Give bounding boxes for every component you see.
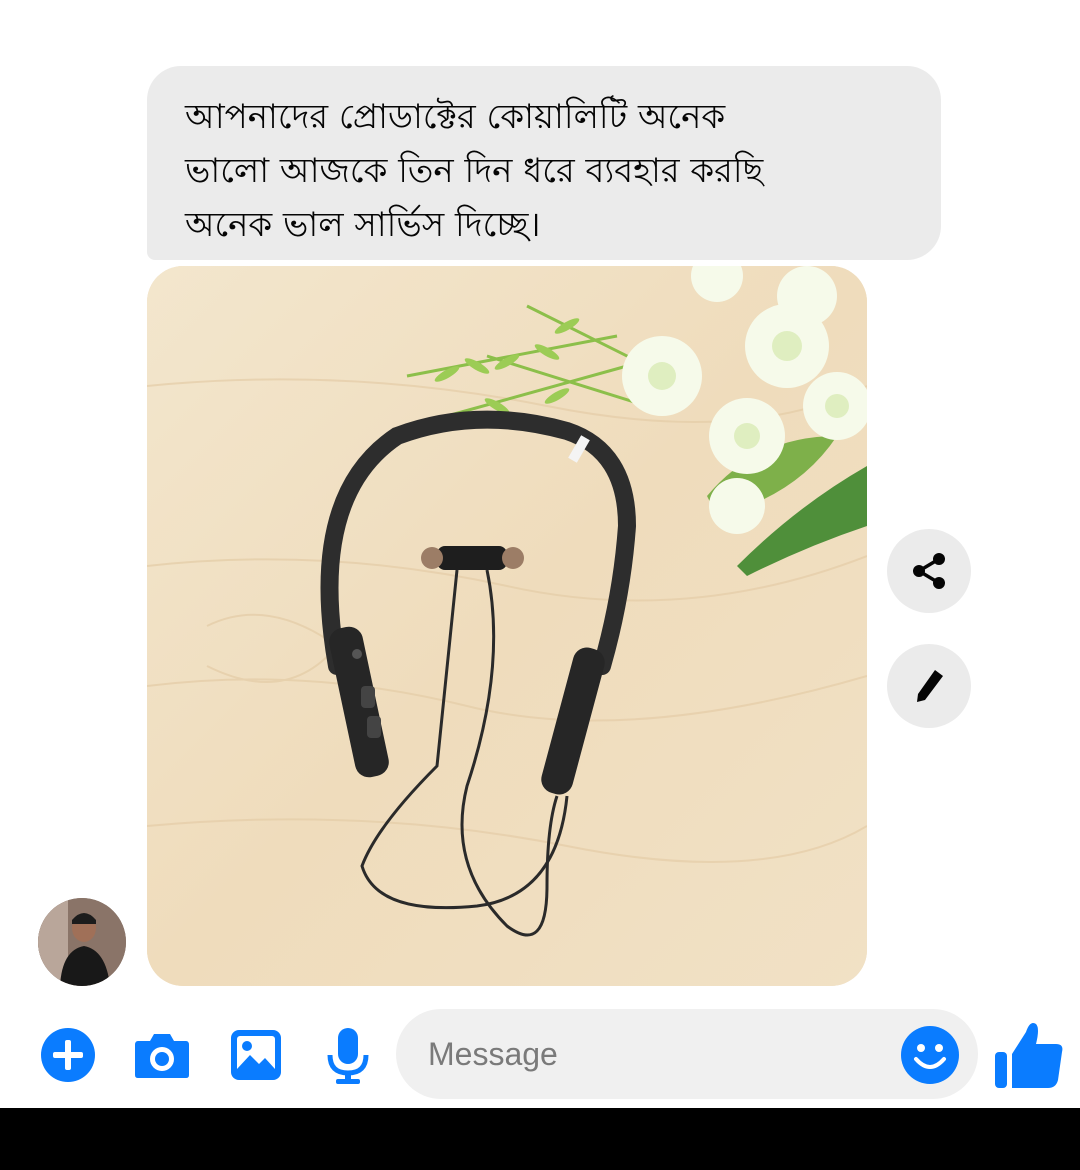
share-icon <box>913 553 945 589</box>
add-button[interactable] <box>40 1027 96 1083</box>
message-input[interactable] <box>426 1034 878 1074</box>
attached-photo[interactable] <box>147 266 867 986</box>
image-icon <box>231 1030 281 1080</box>
emoji-button[interactable] <box>900 1025 960 1085</box>
message-line-1: আপনাদের প্রোডাক্টের কোয়ালিটি অনেক <box>185 97 726 137</box>
avatar-image <box>38 898 126 986</box>
camera-button[interactable] <box>134 1031 190 1079</box>
edit-button[interactable] <box>887 644 971 728</box>
earphones-photo <box>147 266 867 986</box>
message-line-3: অনেক ভাল সার্ভিস দিচ্ছে। <box>185 205 541 245</box>
camera-icon <box>135 1034 189 1078</box>
share-button[interactable] <box>887 529 971 613</box>
sender-avatar[interactable] <box>38 898 126 986</box>
plus-circle-icon <box>41 1028 95 1082</box>
microphone-icon <box>327 1028 369 1084</box>
voice-button[interactable] <box>326 1027 370 1085</box>
message-bubble[interactable]: আপনাদের প্রোডাক্টের কোয়ালিটি অনেক ভালো … <box>147 66 941 260</box>
gallery-button[interactable] <box>230 1029 282 1081</box>
pencil-icon <box>917 670 943 702</box>
system-navigation-bar <box>0 1108 1080 1170</box>
thumbs-up-icon <box>995 1023 1063 1088</box>
emoji-icon <box>901 1026 959 1084</box>
message-line-2: ভালো আজকে তিন দিন ধরে ব্যবহার করছি <box>185 151 764 191</box>
like-button[interactable] <box>994 1018 1066 1090</box>
message-input-container[interactable] <box>396 1009 978 1099</box>
